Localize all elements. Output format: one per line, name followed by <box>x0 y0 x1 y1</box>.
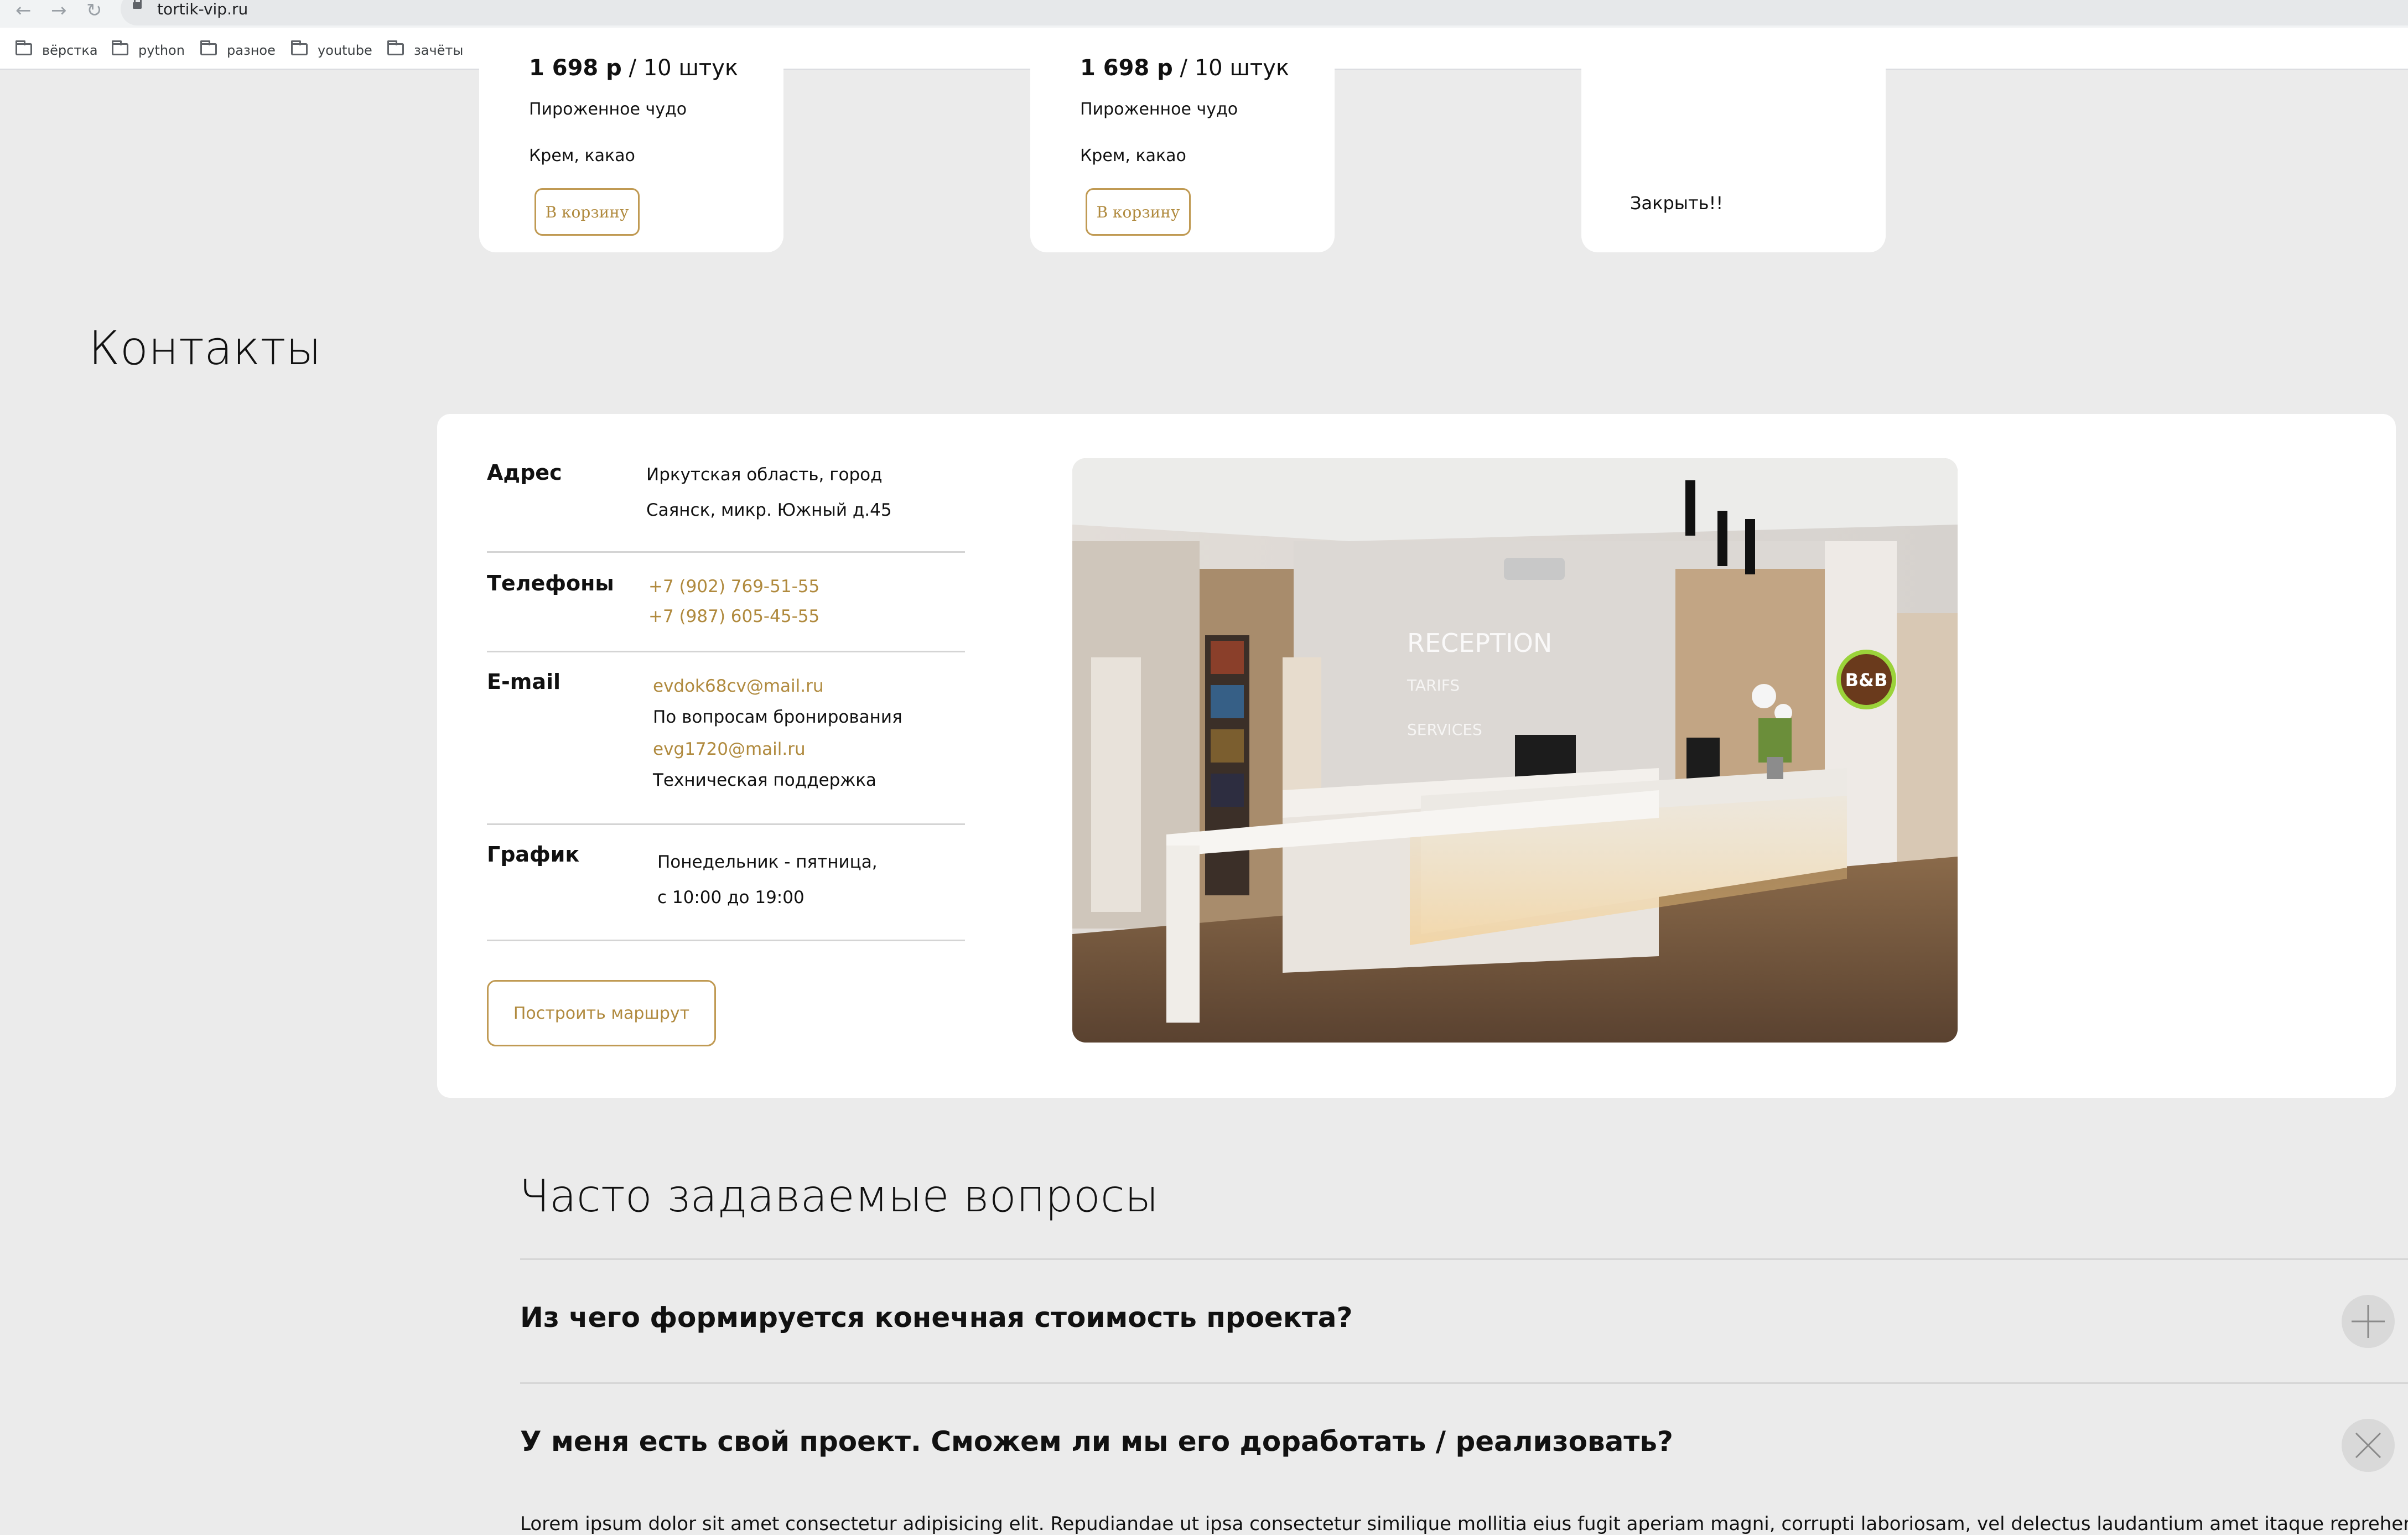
bookmark-item[interactable]: python <box>138 41 185 60</box>
phone-link[interactable]: +7 (987) 605-45-55 <box>648 599 819 634</box>
bookmark-item[interactable]: разное <box>227 41 276 60</box>
product-card: Закрыть!! <box>1581 69 1886 252</box>
address-line-1: Иркутская область, город <box>646 465 883 485</box>
product-card: 1 698 р / 10 штук Пироженное чудо Крем, … <box>1030 55 1335 252</box>
email-note: По вопросам бронирования <box>653 707 902 727</box>
faq-question[interactable]: Из чего формируется конечная стоимость п… <box>520 1301 1353 1334</box>
phones-label: Телефоны <box>487 571 614 595</box>
faq-title: Часто задаваемые вопросы <box>519 1170 1159 1222</box>
bookmark-item[interactable]: зачёты <box>414 41 463 60</box>
price-value: 1 698 р <box>1080 55 1173 81</box>
photo-tarifs-text: TARIFS <box>1407 676 1460 694</box>
address-line-2: Саянск, микр. Южный д.45 <box>646 500 892 520</box>
divider <box>487 823 965 825</box>
add-to-cart-button[interactable]: В корзину <box>534 188 640 236</box>
divider <box>487 940 965 941</box>
divider <box>520 1382 2408 1384</box>
faq-answer: Lorem ipsum dolor sit amet consectetur a… <box>520 1513 2408 1535</box>
address-bar[interactable] <box>121 0 2408 25</box>
schedule-line-2: с 10:00 до 19:00 <box>657 888 805 907</box>
close-icon <box>2355 1432 2381 1459</box>
url-text[interactable]: tortik-vip.ru <box>157 0 248 19</box>
bookmark-item[interactable]: youtube <box>318 41 372 60</box>
forward-icon[interactable]: → <box>51 0 67 21</box>
reception-photo: RECEPTION TARIFS SERVICES B&B <box>1072 458 1958 1043</box>
email-link[interactable]: evg1720@mail.ru <box>653 732 806 767</box>
divider <box>520 1258 2408 1260</box>
email-link[interactable]: evdok68cv@mail.ru <box>653 668 824 704</box>
schedule-label: График <box>487 842 580 867</box>
expand-button[interactable] <box>2342 1295 2395 1348</box>
folder-icon <box>15 40 32 55</box>
product-name: Пироженное чудо <box>1080 100 1238 119</box>
folder-icon <box>200 40 217 55</box>
photo-services-text: SERVICES <box>1407 720 1482 739</box>
bookmark-item[interactable]: вёрстка <box>42 41 98 60</box>
back-icon[interactable]: ← <box>15 0 32 21</box>
lock-icon <box>133 0 142 9</box>
contacts-title: Контакты <box>89 321 321 375</box>
close-button[interactable]: Закрыть!! <box>1630 193 1723 214</box>
plus-icon <box>2352 1305 2385 1338</box>
price-value: 1 698 р <box>529 55 622 81</box>
faq-question[interactable]: У меня есть свой проект. Сможем ли мы ег… <box>520 1425 1673 1458</box>
product-description: Крем, какао <box>1080 146 1186 165</box>
browser-toolbar: ← → ↻ tortik-vip.ru <box>0 0 2408 28</box>
address-label: Адрес <box>487 460 562 485</box>
product-price: 1 698 р / 10 штук <box>529 55 738 81</box>
divider <box>487 551 965 553</box>
product-card: 1 698 р / 10 штук Пироженное чудо Крем, … <box>479 55 783 252</box>
price-unit: / 10 штук <box>621 55 739 81</box>
product-name: Пироженное чудо <box>529 100 687 119</box>
add-to-cart-button[interactable]: В корзину <box>1086 188 1191 236</box>
schedule-line-1: Понедельник - пятница, <box>657 852 878 872</box>
reload-icon[interactable]: ↻ <box>86 0 102 21</box>
collapse-button[interactable] <box>2342 1419 2395 1472</box>
divider <box>487 651 965 652</box>
build-route-button[interactable]: Построить маршрут <box>487 980 716 1046</box>
folder-icon <box>291 40 308 55</box>
price-unit: / 10 штук <box>1172 55 1290 81</box>
product-price: 1 698 р / 10 штук <box>1080 55 1289 81</box>
product-description: Крем, какао <box>529 146 635 165</box>
photo-reception-text: RECEPTION <box>1407 628 1552 658</box>
email-label: E-mail <box>487 670 561 694</box>
email-note: Техническая поддержка <box>653 770 876 790</box>
folder-icon <box>112 40 128 55</box>
photo-logo-text: B&B <box>1845 670 1888 691</box>
folder-icon <box>387 40 404 55</box>
